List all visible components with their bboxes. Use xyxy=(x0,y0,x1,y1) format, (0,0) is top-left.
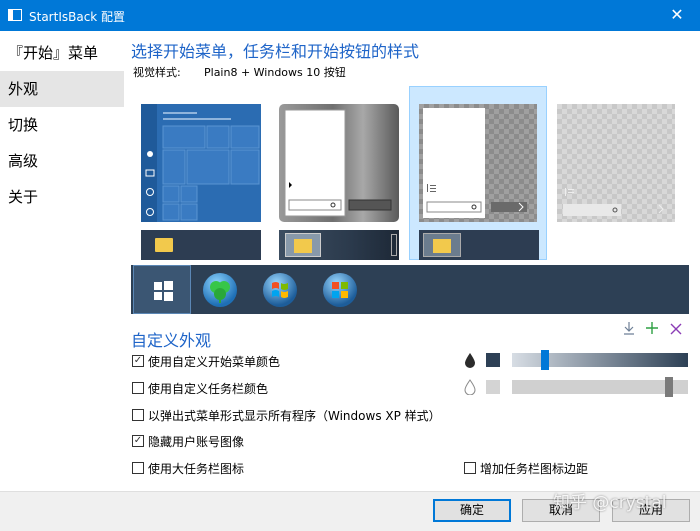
close-button[interactable]: ✕ xyxy=(654,0,700,31)
option-label[interactable]: 隐藏用户账号图像 xyxy=(148,433,244,450)
color-drop-outline-icon xyxy=(463,379,477,396)
windows-logo-icon xyxy=(154,281,173,301)
style-thumb-windows10[interactable] xyxy=(141,104,261,222)
taskbar-preview-1[interactable] xyxy=(141,230,261,260)
title-bar: StartIsBack 配置 ✕ xyxy=(0,0,700,31)
style-thumb-windows7[interactable] xyxy=(279,104,399,222)
start-button-clover[interactable] xyxy=(203,273,237,307)
sidebar-item-advanced[interactable]: 高级 xyxy=(0,143,124,179)
page-title: 选择开始菜单，任务栏和开始按钮的样式 xyxy=(131,42,420,61)
windows10-menu-preview xyxy=(141,104,260,222)
watermark: 知乎 @crystal xyxy=(553,493,667,513)
folder-icon xyxy=(155,238,173,252)
slider-thumb[interactable] xyxy=(664,377,673,397)
add-icon[interactable] xyxy=(645,320,659,336)
checkbox-custom-taskbar-color[interactable] xyxy=(132,382,144,394)
option-label[interactable]: 增加任务栏图标边距 xyxy=(480,460,588,477)
visual-style-value: Plain8 + Windows 10 按钮 xyxy=(204,66,346,79)
remove-icon[interactable] xyxy=(669,320,683,336)
taskbar-opacity-slider[interactable] xyxy=(512,380,688,394)
slider-thumb[interactable] xyxy=(540,350,549,370)
sidebar-item-about[interactable]: 关于 xyxy=(0,179,124,215)
download-icon[interactable] xyxy=(622,320,636,336)
option-label[interactable]: 使用自定义开始菜单颜色 xyxy=(148,353,280,370)
menu-opacity-slider[interactable] xyxy=(512,353,688,367)
option-label[interactable]: 使用自定义任务栏颜色 xyxy=(148,380,268,397)
sidebar-item-appearance[interactable]: 外观 xyxy=(0,71,124,107)
app-window-icon xyxy=(8,9,22,21)
check-mark: ✓ xyxy=(133,355,143,366)
checkbox-hide-user-picture[interactable]: ✓ xyxy=(132,435,144,447)
windows7-menu-preview xyxy=(284,109,392,217)
window-title: StartIsBack 配置 xyxy=(29,10,126,24)
checkbox-large-taskbar-icons[interactable] xyxy=(132,462,144,474)
start-button-windows10[interactable] xyxy=(133,265,191,314)
sidebar-item-start-menu[interactable]: 『开始』菜单 xyxy=(0,35,124,71)
start-button-windows-vista[interactable] xyxy=(323,273,357,307)
style-thumb-plain10[interactable] xyxy=(557,104,675,222)
checkbox-custom-menu-color[interactable]: ✓ xyxy=(132,355,144,367)
menu-color-swatch[interactable] xyxy=(486,353,500,367)
taskbar-preview-3[interactable] xyxy=(419,230,539,260)
clover-icon xyxy=(210,281,230,303)
plain8-menu-preview xyxy=(423,108,527,218)
folder-icon xyxy=(433,239,451,253)
custom-appearance-heading: 自定义外观 xyxy=(131,331,212,350)
option-label[interactable]: 使用大任务栏图标 xyxy=(148,460,244,477)
start-button-strip xyxy=(131,265,689,314)
start-button-windows7[interactable] xyxy=(263,273,297,307)
style-thumb-plain8[interactable] xyxy=(419,104,537,222)
ok-button[interactable]: 确定 xyxy=(433,499,511,522)
windows-flag-icon xyxy=(332,282,348,298)
sidebar: 『开始』菜单 外观 切换 高级 关于 xyxy=(0,31,124,491)
visual-style-label: 视觉样式: xyxy=(133,66,181,79)
sidebar-item-switching[interactable]: 切换 xyxy=(0,107,124,143)
check-mark: ✓ xyxy=(133,435,143,446)
taskbar-color-swatch[interactable] xyxy=(486,380,500,394)
checkbox-xp-style-programs[interactable] xyxy=(132,409,144,421)
color-drop-filled-icon xyxy=(463,352,477,368)
folder-icon xyxy=(294,239,312,253)
windows-flag-icon xyxy=(272,282,288,298)
option-label[interactable]: 以弹出式菜单形式显示所有程序（Windows XP 样式） xyxy=(148,407,441,424)
taskbar-preview-2[interactable] xyxy=(279,230,399,260)
plain10-menu-preview xyxy=(563,188,664,216)
checkbox-taskbar-icon-margin[interactable] xyxy=(464,462,476,474)
